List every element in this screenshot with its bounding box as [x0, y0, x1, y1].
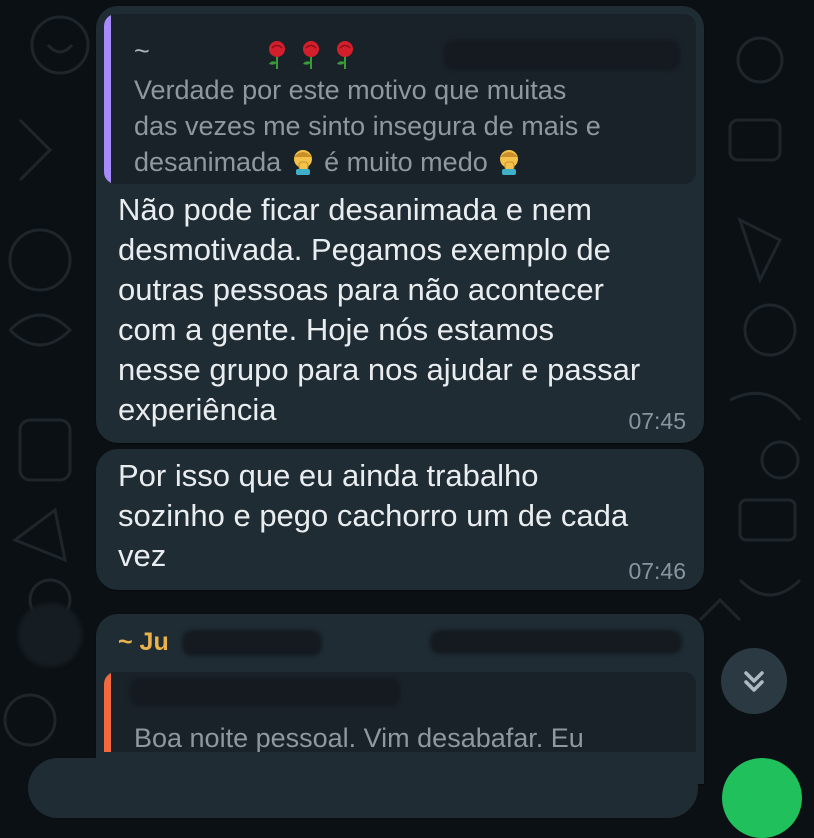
sender-avatar — [18, 603, 82, 667]
sender-name[interactable]: ~ Ju — [118, 628, 169, 657]
redacted-author — [130, 678, 400, 706]
quoted-message[interactable]: ~ Verdade por este motivo que muitas das… — [104, 14, 696, 184]
send-button[interactable] — [722, 758, 802, 838]
quoted-message[interactable]: Boa noite pessoal. Vim desabafar. Eu — [104, 672, 696, 752]
rose-icon — [337, 41, 353, 69]
quote-author: ~ — [134, 36, 151, 66]
quote-bar — [104, 672, 111, 752]
facepalm-emoji-icon — [293, 150, 312, 175]
redacted-name — [182, 630, 322, 656]
scroll-to-bottom-button[interactable] — [721, 648, 787, 714]
rose-icon — [303, 41, 319, 69]
message-text: Por isso que eu ainda trabalho sozinho e… — [118, 458, 629, 573]
message-bubble-1[interactable]: ~ Verdade por este motivo que muitas das… — [96, 6, 704, 443]
chevrons-down-icon — [744, 671, 764, 692]
message-text: Não pode ficar desanimada e nem desmotiv… — [118, 192, 641, 427]
redacted-phone — [444, 40, 680, 70]
message-composer[interactable] — [28, 758, 698, 818]
quote-text: Verdade por este motivo que muitas das v… — [134, 75, 601, 177]
redacted-phone — [430, 630, 682, 654]
quote-text: Boa noite pessoal. Vim desabafar. Eu — [134, 723, 584, 752]
message-timestamp: 07:46 — [628, 558, 686, 584]
rose-emojis — [264, 40, 358, 70]
message-timestamp: 07:45 — [628, 408, 686, 434]
rose-icon — [269, 41, 285, 69]
message-bubble-2[interactable]: Por isso que eu ainda trabalho sozinho e… — [96, 449, 704, 590]
quote-bar — [104, 14, 111, 184]
facepalm-emoji-icon — [500, 150, 519, 175]
